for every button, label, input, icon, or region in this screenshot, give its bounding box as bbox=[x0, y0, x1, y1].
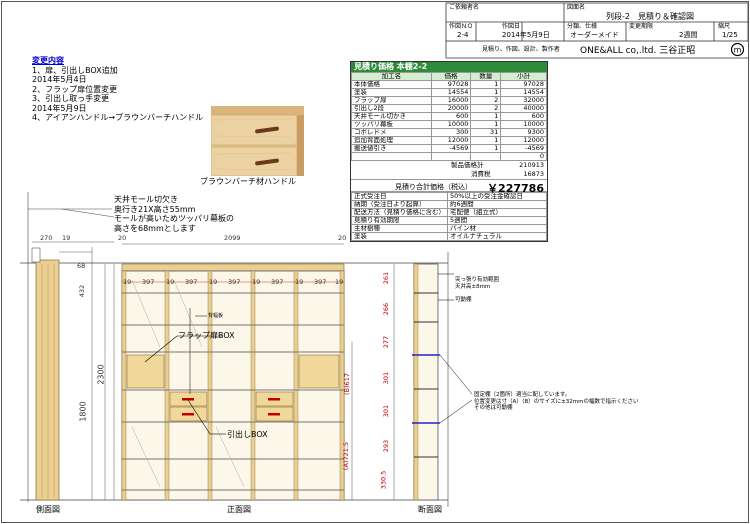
fixed-note-line: その他は可動棚 bbox=[474, 405, 513, 411]
elevation-drawings bbox=[20, 192, 473, 507]
dim-front-gap: 20 bbox=[118, 234, 127, 242]
dim-column-width: 397 bbox=[228, 278, 241, 286]
dim-thickness: 19 bbox=[252, 278, 261, 286]
section-height: 266 bbox=[382, 302, 391, 316]
section-view-label: 断面図 bbox=[418, 505, 442, 514]
top-note-line: 天井高±8mm bbox=[455, 283, 491, 290]
dim-side-gap: 19 bbox=[62, 234, 71, 242]
section-height: 301 bbox=[382, 404, 391, 418]
dim-side-width: 270 bbox=[40, 234, 53, 242]
dim-thickness: 19 bbox=[123, 278, 132, 286]
section-height: 330.5 bbox=[379, 470, 388, 490]
dim-column-width: 397 bbox=[185, 278, 198, 286]
fixed-shelf-note: 固定棚（2箇所）適当に配しています。 位置変更は寸（A）（B）のサイズに±32m… bbox=[474, 392, 638, 412]
top-range-note: 突っ張り有効範囲 天井高±8mm bbox=[455, 277, 499, 290]
section-height: 293 bbox=[382, 439, 391, 453]
movable-shelf-label: 可動棚 bbox=[455, 297, 472, 303]
section-height: 301 bbox=[382, 371, 391, 385]
dim-column-width: 397 bbox=[142, 278, 155, 286]
dim-total-width: 2099 bbox=[224, 234, 241, 242]
dim-1800: 1800 bbox=[78, 401, 88, 422]
dim-column-width: 397 bbox=[314, 278, 327, 286]
dim-thickness: 19 bbox=[295, 278, 304, 286]
dim-a: (A)721.5 bbox=[342, 441, 351, 471]
dim-b: (B)617 bbox=[342, 373, 351, 395]
front-view-label: 正面図 bbox=[227, 505, 251, 514]
section-height: 277 bbox=[382, 335, 391, 349]
dim-top-height: 68 bbox=[77, 262, 86, 270]
dim-front-gap-right: 20 bbox=[338, 234, 347, 242]
drawer-box-label: 引出しBOX bbox=[227, 430, 268, 439]
dim-432: 432 bbox=[78, 284, 87, 298]
back-panel-label: 背幅板 bbox=[208, 313, 224, 319]
flap-box-label: フラップ扉BOX bbox=[178, 331, 235, 340]
dim-thickness: 19 bbox=[166, 278, 175, 286]
drawing-sheet: ご依頼者名 図面名 列段-2 見積り＆確認図 作図ＮＯ 2-4 作図日 2014… bbox=[1, 1, 749, 523]
dim-column-width: 397 bbox=[271, 278, 284, 286]
section-height: 261 bbox=[382, 271, 391, 285]
top-note-line: 突っ張り有効範囲 bbox=[455, 277, 500, 283]
dim-thickness: 19 bbox=[209, 278, 218, 286]
dim-thickness: 19 bbox=[335, 278, 344, 286]
dim-2300: 2300 bbox=[96, 364, 106, 385]
side-view-label: 側面図 bbox=[36, 505, 60, 514]
